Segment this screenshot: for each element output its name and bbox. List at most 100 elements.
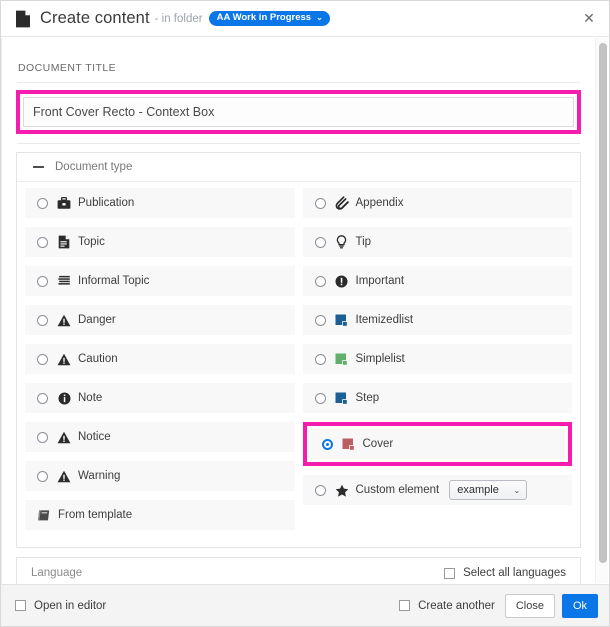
close-button[interactable]: Close: [505, 594, 555, 618]
document-title-label: DOCUMENT TITLE: [16, 38, 581, 82]
page-title: Create content: [40, 9, 150, 28]
custom-element-select[interactable]: example ⌄: [449, 480, 527, 500]
star-icon: [335, 483, 349, 497]
option-caution[interactable]: Caution: [25, 344, 295, 374]
divider-top: [17, 82, 580, 83]
red-square-icon: [342, 437, 356, 451]
option-label: Appendix: [356, 197, 404, 209]
radio-custom-element[interactable]: [315, 485, 326, 496]
option-label: Itemizedlist: [356, 314, 414, 326]
vertical-scrollbar[interactable]: [595, 38, 608, 583]
dialog-footer: Open in editor Create another Close Ok: [1, 584, 609, 626]
option-label: Notice: [78, 431, 111, 443]
radio-step[interactable]: [315, 393, 326, 404]
folder-badge-label: AA Work in Progress: [217, 13, 312, 23]
option-publication[interactable]: Publication: [25, 188, 295, 218]
option-warning[interactable]: Warning: [25, 461, 295, 491]
option-label: Informal Topic: [78, 275, 149, 287]
option-informal-topic[interactable]: Informal Topic: [25, 266, 295, 296]
green-square-icon: [335, 352, 349, 366]
close-icon[interactable]: ✕: [582, 12, 596, 26]
option-topic[interactable]: Topic: [25, 227, 295, 257]
stacked-lines-icon: [57, 274, 71, 288]
paperclip-icon: [335, 196, 349, 210]
option-label: From template: [58, 509, 132, 521]
radio-note[interactable]: [37, 393, 48, 404]
option-important[interactable]: Important: [303, 266, 573, 296]
open-in-editor-checkbox[interactable]: [15, 600, 26, 611]
option-label: Step: [356, 392, 380, 404]
warning-triangle-icon: [57, 313, 71, 327]
document-type-right-column: Appendix Tip: [303, 188, 573, 539]
radio-itemizedlist[interactable]: [315, 315, 326, 326]
option-itemizedlist[interactable]: Itemizedlist: [303, 305, 573, 335]
dialog-body-inner: DOCUMENT TITLE Document type: [2, 38, 595, 584]
option-step[interactable]: Step: [303, 383, 573, 413]
radio-informal-topic[interactable]: [37, 276, 48, 287]
scrollbar-thumb[interactable]: [599, 43, 607, 563]
option-notice[interactable]: Notice: [25, 422, 295, 452]
radio-notice[interactable]: [37, 432, 48, 443]
create-another-label: Create another: [418, 600, 495, 612]
option-tip[interactable]: Tip: [303, 227, 573, 257]
option-label: Danger: [78, 314, 116, 326]
option-simplelist[interactable]: Simplelist: [303, 344, 573, 374]
create-another-checkbox[interactable]: [399, 600, 410, 611]
radio-topic[interactable]: [37, 237, 48, 248]
header-subtitle: - in folder: [155, 13, 203, 25]
document-title-highlight: [16, 90, 581, 134]
warning-triangle-icon: [57, 430, 71, 444]
cover-option-highlight: Cover: [303, 422, 573, 466]
select-all-languages-label: Select all languages: [463, 567, 566, 579]
option-label: Note: [78, 392, 102, 404]
option-label: Warning: [78, 470, 120, 482]
info-circle-icon: [57, 391, 71, 405]
dialog-body: DOCUMENT TITLE Document type: [1, 38, 609, 584]
ok-button[interactable]: Ok: [562, 594, 598, 618]
blue-square-icon: [335, 391, 349, 405]
option-from-template[interactable]: From template: [25, 500, 295, 530]
option-label: Caution: [78, 353, 118, 365]
radio-cover[interactable]: [322, 439, 333, 450]
option-note[interactable]: Note: [25, 383, 295, 413]
add-language-button[interactable]: Language: [31, 567, 82, 579]
option-label: Important: [356, 275, 405, 287]
chevron-down-icon: ⌄: [316, 14, 323, 22]
radio-appendix[interactable]: [315, 198, 326, 209]
radio-danger[interactable]: [37, 315, 48, 326]
option-label: Simplelist: [356, 353, 405, 365]
option-label: Topic: [78, 236, 105, 248]
option-appendix[interactable]: Appendix: [303, 188, 573, 218]
radio-important[interactable]: [315, 276, 326, 287]
divider-below-title: [17, 143, 580, 144]
radio-simplelist[interactable]: [315, 354, 326, 365]
document-type-grid: Publication: [17, 182, 580, 547]
document-lines-icon: [57, 235, 71, 249]
radio-warning[interactable]: [37, 471, 48, 482]
folder-badge[interactable]: AA Work in Progress ⌄: [209, 11, 330, 26]
exclamation-circle-icon: [335, 274, 349, 288]
document-title-input[interactable]: [23, 97, 574, 127]
language-label: Language: [31, 567, 82, 579]
option-label: Tip: [356, 236, 372, 248]
blue-square-icon: [335, 313, 349, 327]
option-cover[interactable]: Cover: [310, 429, 566, 459]
radio-caution[interactable]: [37, 354, 48, 365]
open-in-editor-row[interactable]: Open in editor: [15, 600, 106, 612]
create-another-row[interactable]: Create another: [399, 600, 495, 612]
document-type-collapse-header[interactable]: Document type: [17, 153, 580, 182]
option-custom-element[interactable]: Custom element example ⌄: [303, 475, 573, 505]
option-label: Cover: [363, 438, 394, 450]
radio-publication[interactable]: [37, 198, 48, 209]
custom-element-select-value: example: [457, 484, 499, 496]
document-type-left-column: Publication: [25, 188, 295, 539]
open-in-editor-label: Open in editor: [34, 600, 106, 612]
radio-tip[interactable]: [315, 237, 326, 248]
select-all-languages-row[interactable]: Select all languages: [444, 567, 566, 579]
option-label: Publication: [78, 197, 134, 209]
document-icon: [15, 10, 31, 28]
create-content-dialog: Create content - in folder AA Work in Pr…: [0, 0, 610, 627]
option-label: Custom element: [356, 484, 440, 496]
option-danger[interactable]: Danger: [25, 305, 295, 335]
select-all-languages-checkbox[interactable]: [444, 568, 455, 579]
